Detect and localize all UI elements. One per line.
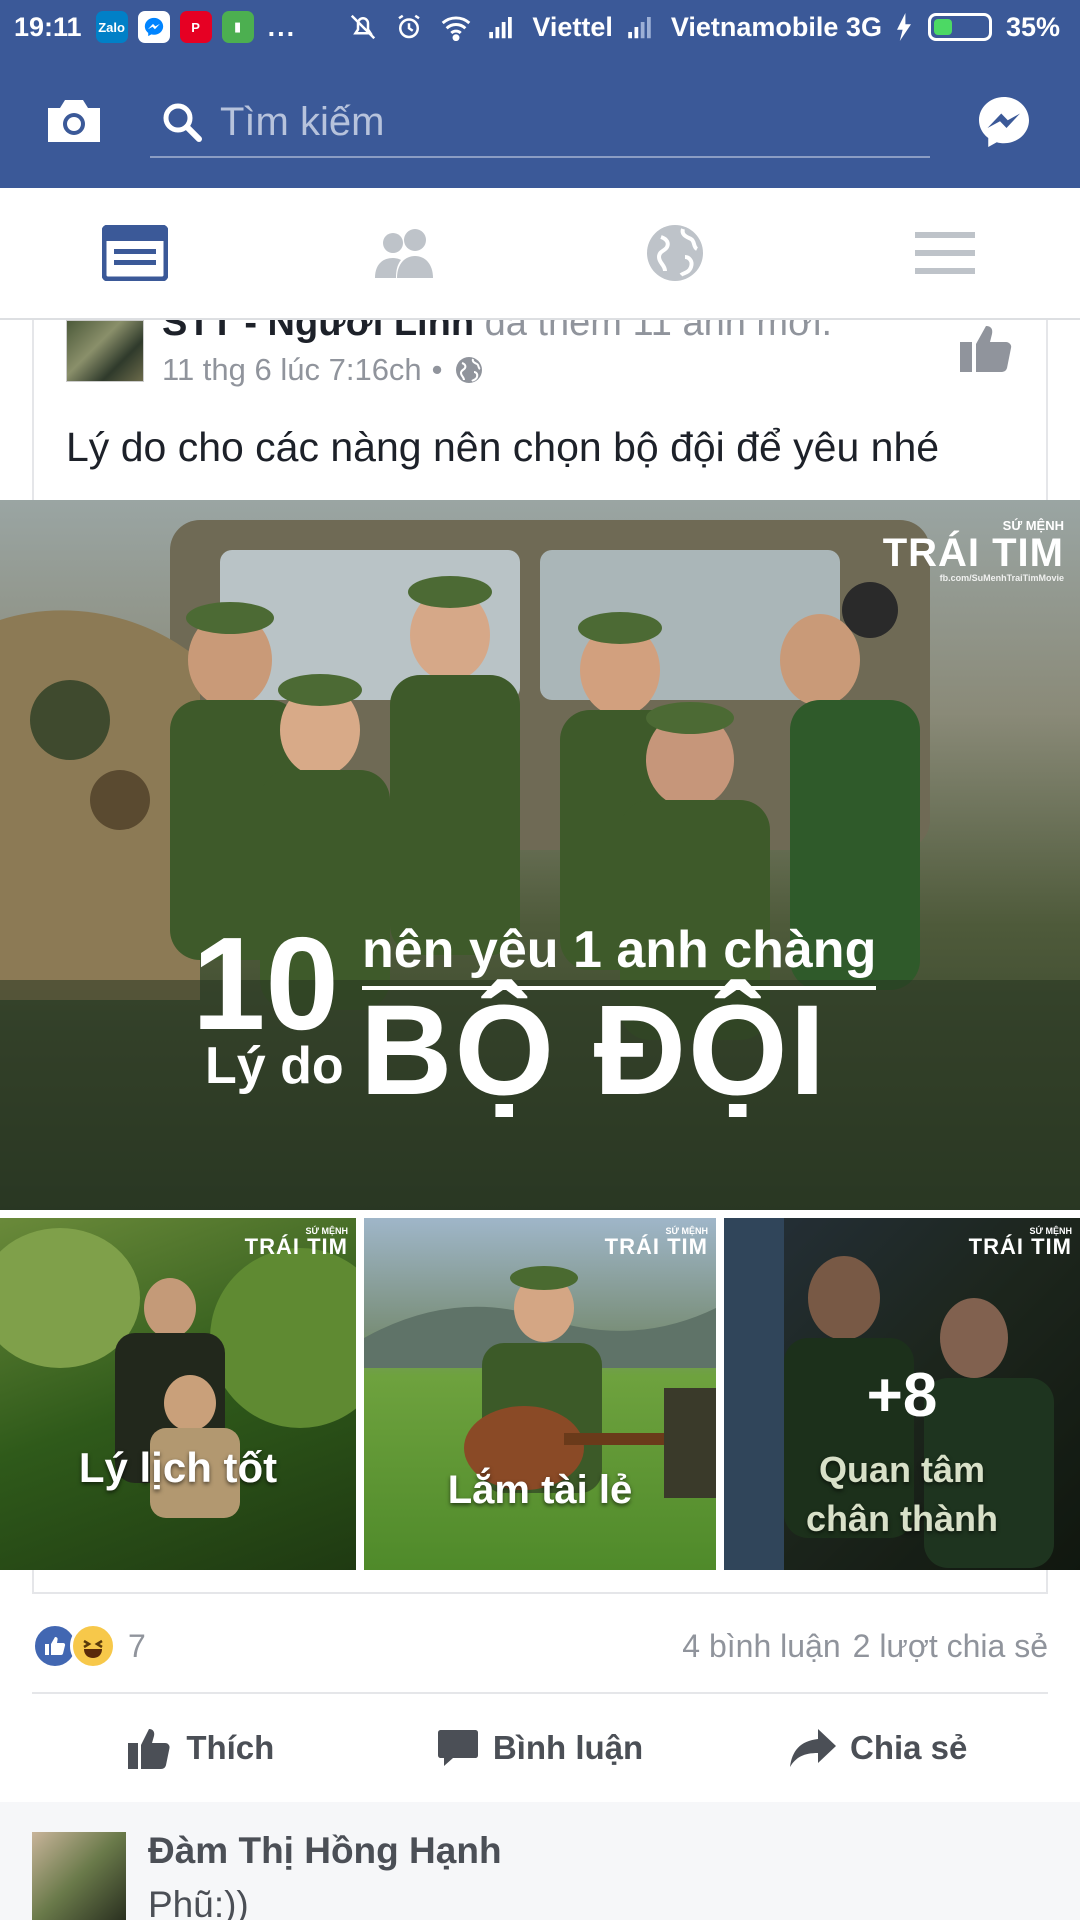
page-name[interactable]: STT - Người Lính (162, 320, 474, 344)
commenter-avatar[interactable] (32, 1832, 126, 1920)
more-photos-count: +8 (866, 1361, 938, 1430)
thumb-caption-2: Lắm tài lẻ (447, 1468, 633, 1512)
tab-bar (0, 188, 1080, 320)
status-time: 19:11 (14, 11, 82, 42)
pinterest-app-icon: P (179, 11, 212, 43)
like-page-button[interactable] (958, 320, 1014, 376)
commenter-name[interactable]: Đàm Thị Hồng Hạnh (148, 1830, 502, 1872)
tab-menu[interactable] (810, 188, 1080, 318)
photo-thumb-2[interactable]: SỨ MỆNH TRÁI TIM Lắm tài lẻ (364, 1218, 716, 1570)
thumb-caption-3-line-1: Quan tâm (818, 1449, 986, 1490)
news-feed-icon (102, 225, 168, 281)
status-bar: 19:11 Zalo P ▮ ... Viettel Vietnamobile … (0, 0, 1080, 54)
carrier-1: Viettel (532, 11, 613, 42)
charging-icon (896, 13, 912, 41)
messenger-button[interactable] (974, 92, 1034, 152)
comment-label: Bình luận (492, 1729, 644, 1766)
haha-reaction-icon[interactable] (70, 1623, 116, 1669)
overlay-number: 10 (192, 910, 339, 1057)
photo-thumb-1[interactable]: SỨ MỆNH TRÁI TIM Lý lịch tốt (0, 1218, 356, 1570)
post-box-border (32, 1570, 1048, 1594)
comments-count[interactable]: 4 bình luận (682, 1628, 840, 1665)
thumb-caption-1: Lý lịch tốt (78, 1444, 278, 1491)
share-button[interactable]: Chia sẻ (709, 1700, 1048, 1796)
comment-button[interactable]: Bình luận (371, 1700, 710, 1796)
app-header (0, 54, 1080, 188)
share-icon (789, 1729, 836, 1767)
thumb-illustration-1 (0, 1228, 356, 1518)
alarm-icon (394, 12, 424, 42)
camera-button[interactable] (44, 96, 104, 146)
public-globe-icon (455, 357, 482, 383)
menu-icon (915, 232, 975, 274)
photo-watermark: SỨ MỆNH TRÁI TIM fb.com/SuMenhTraiTimMov… (882, 518, 1064, 583)
post-action: đã thêm 11 ảnh mới. (484, 320, 833, 344)
post-author-line: STT - Người Lính đã thêm 11 ảnh mới. (162, 320, 832, 345)
thumb-illustration-2 (364, 1266, 716, 1498)
search-icon (163, 103, 202, 142)
battery-level (933, 19, 952, 35)
zalo-app-icon: Zalo (95, 11, 128, 43)
like-icon (128, 1729, 170, 1769)
friends-icon (375, 229, 433, 278)
search-input[interactable] (220, 99, 930, 145)
thumb-caption-3-line-2: chân thành (805, 1497, 998, 1539)
storage-app-icon: ▮ (221, 11, 254, 43)
comment-text: Phũ:)) (148, 1884, 249, 1920)
shares-count[interactable]: 2 lượt chia sẻ (853, 1628, 1048, 1665)
tab-notifications[interactable] (540, 188, 810, 318)
thumb-watermark-3: SỨ MỆNH TRÁI TIM (968, 1226, 1072, 1259)
tab-news-feed[interactable] (0, 188, 270, 318)
post-header: STT - Người Lính đã thêm 11 ảnh mới. 11 … (0, 320, 1080, 420)
like-button[interactable]: Thích (32, 1700, 371, 1796)
comment-icon (437, 1730, 478, 1766)
search-bar[interactable] (150, 88, 930, 158)
camera-icon (48, 100, 100, 142)
messenger-icon (979, 97, 1029, 147)
signal-icon-2 (627, 14, 657, 40)
comments-section: Đàm Thị Hồng Hạnh Phũ:)) (0, 1802, 1080, 1920)
overlay-title: BỘ ĐỘI (360, 979, 828, 1122)
reaction-count[interactable]: 7 (128, 1628, 146, 1665)
tab-friends[interactable] (270, 188, 540, 318)
thumb-caption-3: Quan tâm chân thành (724, 1446, 1080, 1543)
like-label: Thích (186, 1729, 275, 1766)
thumbs-up-icon (960, 326, 1012, 372)
photo-thumb-3-more[interactable]: SỨ MỆNH TRÁI TIM +8 Quan tâm chân thành (724, 1218, 1080, 1570)
thumb-watermark-1: SỨ MỆNH TRÁI TIM (244, 1226, 348, 1259)
engagement-stats: 4 bình luận 2 lượt chia sẻ (682, 1628, 1048, 1665)
globe-icon (647, 225, 703, 281)
share-label: Chia sẻ (849, 1729, 968, 1766)
post-actions: Thích Bình luận Chia sẻ (32, 1700, 1048, 1796)
reactions-divider (32, 1692, 1048, 1694)
signal-icon (488, 14, 518, 40)
messenger-app-icon (137, 11, 170, 43)
reactions-bar: 7 4 bình luận 2 lượt chia sẻ (32, 1616, 1048, 1676)
meta-separator: • (431, 352, 443, 387)
wifi-icon (440, 13, 472, 41)
thumb-watermark-2: SỨ MỆNH TRÁI TIM (604, 1226, 708, 1259)
page-avatar[interactable] (66, 320, 144, 382)
carrier-2: Vietnamobile 3G (670, 11, 882, 42)
battery-percent: 35% (1005, 11, 1060, 42)
post-caption: Lý do cho các nàng nên chọn bộ đội để yê… (66, 424, 940, 470)
mute-icon (348, 12, 378, 42)
battery-icon (927, 13, 992, 41)
more-notifications: ... (267, 11, 297, 42)
main-photo[interactable]: SỨ MỆNH TRÁI TIM fb.com/SuMenhTraiTimMov… (0, 500, 1080, 1210)
post-time[interactable]: 11 thg 6 lúc 7:16ch (162, 352, 422, 388)
post-meta: 11 thg 6 lúc 7:16ch • (162, 352, 483, 388)
overlay-lydo: Lý do (205, 1037, 344, 1095)
